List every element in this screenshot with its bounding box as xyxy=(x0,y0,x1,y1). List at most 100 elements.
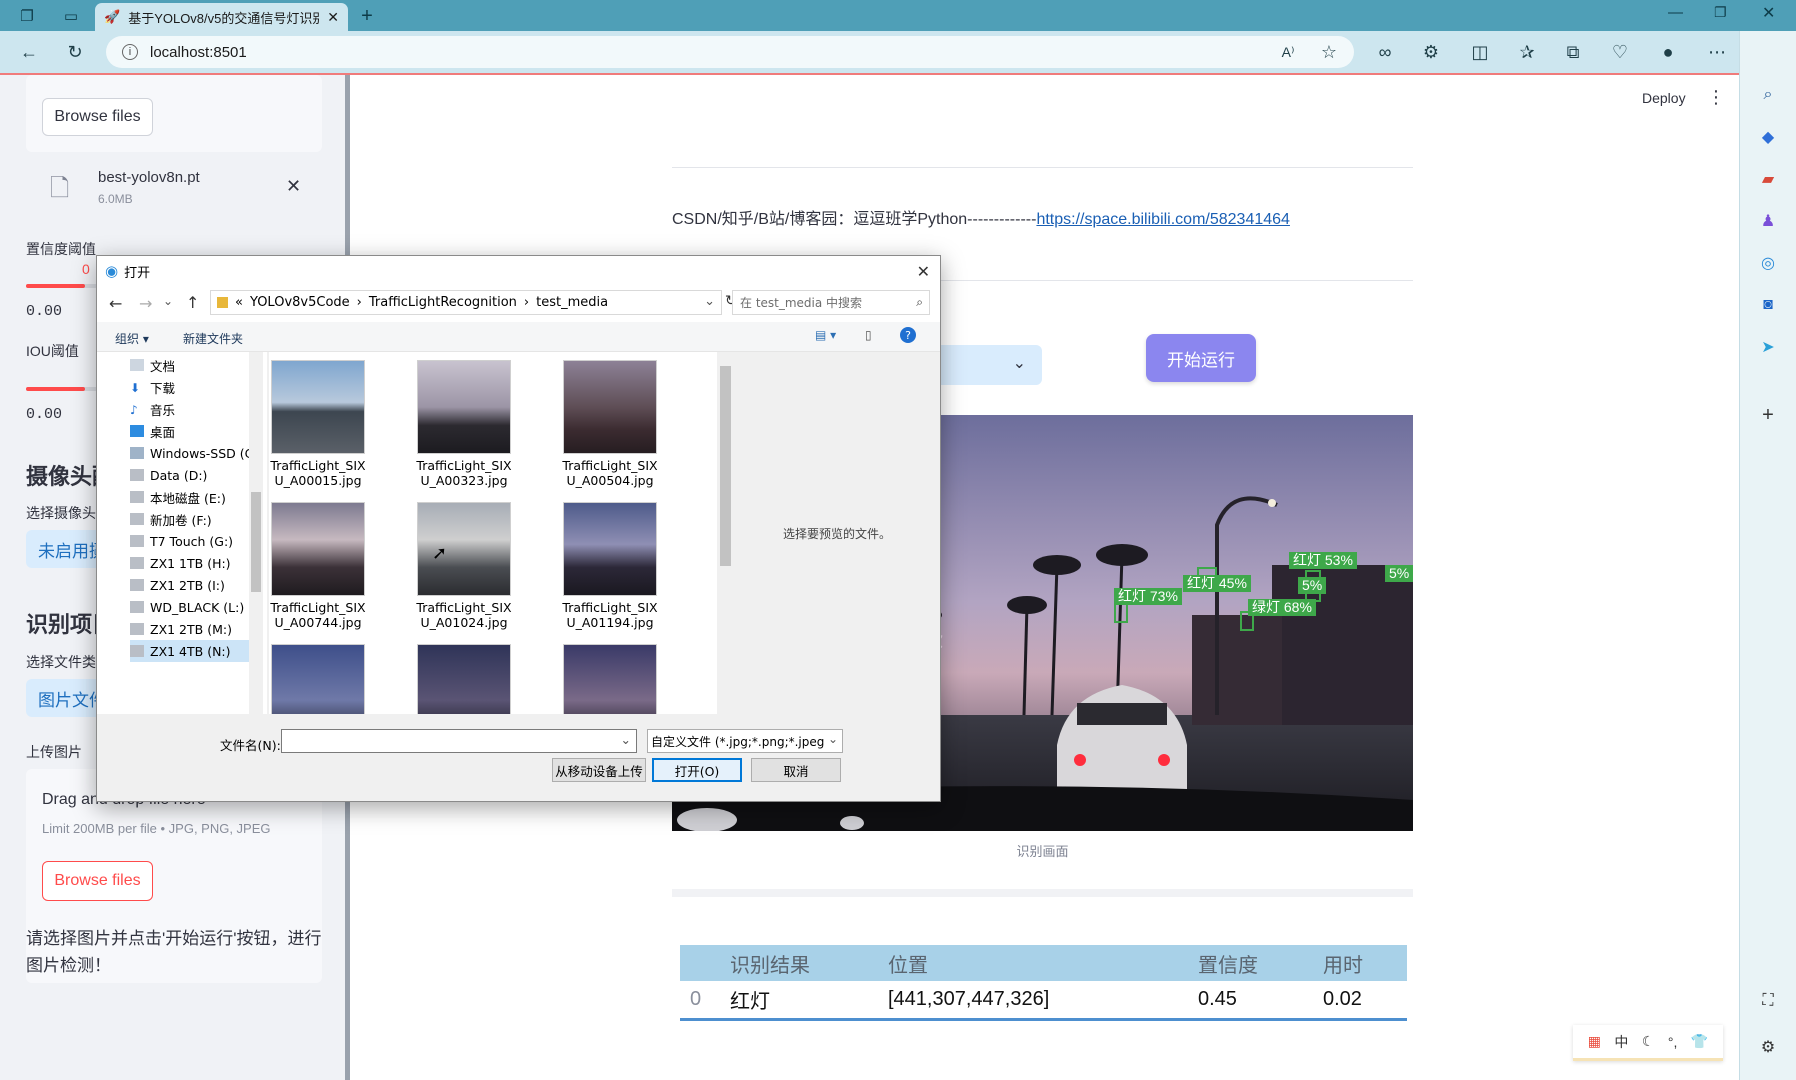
main-menu-icon[interactable]: ⋮ xyxy=(1707,87,1725,108)
tree-item-drive-l[interactable]: WD_BLACK (L:) xyxy=(130,596,260,618)
minimize-icon[interactable]: — xyxy=(1668,4,1683,21)
ime-lang[interactable]: 中 xyxy=(1614,1032,1628,1052)
organize-menu[interactable]: 组织 ▾ xyxy=(115,330,149,347)
new-tab-icon[interactable]: + xyxy=(356,5,378,27)
file-item[interactable]: TrafficLight_SIX U_A00744.jpg xyxy=(269,502,377,630)
upload-limit-text: Limit 200MB per file • JPG, PNG, JPEG xyxy=(42,821,271,836)
browser-tab-active[interactable]: 🚀 基于YOLOv8/v5的交通信号灯识别 ✕ xyxy=(95,3,348,31)
tree-item-drive-i[interactable]: ZX1 2TB (I:) xyxy=(130,574,260,596)
tree-item-drive-g[interactable]: T7 Touch (G:) xyxy=(130,530,260,552)
extensions-icon[interactable]: ⚙ xyxy=(1418,39,1444,65)
tab-actions-icon[interactable]: ▭ xyxy=(60,5,82,27)
path-segment[interactable]: YOLOv8v5Code xyxy=(250,295,350,310)
browse-files-button[interactable]: Browse files xyxy=(42,98,153,136)
tree-item-drive-e[interactable]: 本地磁盘 (E:) xyxy=(130,486,260,508)
settings-gear-icon[interactable]: ⚙ xyxy=(1756,1035,1780,1059)
tree-item-music[interactable]: ♪ 音乐 xyxy=(130,398,260,420)
back-icon[interactable]: ← xyxy=(16,39,42,65)
start-run-button[interactable]: 开始运行 xyxy=(1146,334,1256,382)
filename-dropdown-icon[interactable]: ⌄ xyxy=(621,732,631,747)
path-overflow[interactable]: « xyxy=(235,295,243,310)
infinity-icon[interactable]: ∞ xyxy=(1372,39,1398,65)
help-icon[interactable]: ? xyxy=(900,327,916,343)
tree-item-drive-m[interactable]: ZX1 2TB (M:) xyxy=(130,618,260,640)
favorite-star-icon[interactable]: ☆ xyxy=(1316,39,1342,65)
dialog-forward-icon[interactable]: → xyxy=(139,294,152,313)
file-item[interactable]: TrafficLight_SIX U_A00015.jpg xyxy=(269,360,377,488)
games-icon[interactable]: ♟ xyxy=(1756,209,1780,233)
copilot-icon[interactable]: ◎ xyxy=(1756,251,1780,275)
files-scrollbar[interactable] xyxy=(717,352,734,714)
restore-icon[interactable]: ❐ xyxy=(1714,4,1727,21)
path-segment[interactable]: test_media xyxy=(536,295,608,310)
tree-scroll-thumb[interactable] xyxy=(251,492,261,592)
favorites-icon[interactable]: ✰ xyxy=(1514,39,1540,65)
add-icon[interactable]: + xyxy=(1756,403,1780,427)
dialog-path-bar[interactable]: « YOLOv8v5Code › TrafficLightRecognition… xyxy=(210,290,722,315)
dialog-close-icon[interactable]: ✕ xyxy=(917,262,930,281)
read-aloud-icon[interactable]: A⁾ xyxy=(1275,39,1301,65)
ime-punct-icon[interactable]: °, xyxy=(1668,1034,1678,1050)
search-icon[interactable]: ⌕ xyxy=(1756,83,1780,107)
view-options-icon[interactable]: ▤ ▾ xyxy=(815,328,836,342)
more-menu-icon[interactable]: ⋯ xyxy=(1704,39,1730,65)
tree-item-drive-c[interactable]: Windows-SSD (C xyxy=(130,442,260,464)
performance-icon[interactable]: ♡ xyxy=(1607,39,1633,65)
refresh-icon[interactable]: ↻ xyxy=(62,39,88,65)
file-thumbnail xyxy=(417,644,511,714)
ime-toolbar[interactable]: ▦ 中 ☾ °, 👕 xyxy=(1573,1025,1723,1061)
dialog-back-icon[interactable]: ← xyxy=(109,294,122,313)
tree-item-drive-f[interactable]: 新加卷 (F:) xyxy=(130,508,260,530)
browse-images-button[interactable]: Browse files xyxy=(42,861,153,901)
screenshot-icon[interactable]: ⛶ xyxy=(1756,989,1780,1013)
collections-icon[interactable]: ⧉ xyxy=(1560,39,1586,65)
tree-item-drive-d[interactable]: Data (D:) xyxy=(130,464,260,486)
split-screen-icon[interactable]: ◫ xyxy=(1467,39,1493,65)
file-item[interactable] xyxy=(269,644,377,714)
remove-file-icon[interactable]: ✕ xyxy=(286,176,301,197)
file-item[interactable]: TrafficLight_SIX U_A01024.jpg xyxy=(405,502,523,630)
tag-icon[interactable]: ◆ xyxy=(1756,125,1780,149)
tree-item-drive-n[interactable]: ZX1 4TB (N:) xyxy=(130,640,260,662)
close-window-icon[interactable]: ✕ xyxy=(1762,3,1775,23)
filetype-filter-select[interactable]: 自定义文件 (*.jpg;*.png;*.jpeg ⌄ xyxy=(647,729,843,753)
path-dropdown-icon[interactable]: ⌄ xyxy=(704,294,715,309)
tree-item-documents[interactable]: 文档 xyxy=(130,354,260,376)
ime-moon-icon[interactable]: ☾ xyxy=(1642,1033,1655,1050)
close-tab-icon[interactable]: ✕ xyxy=(327,9,339,26)
credit-link[interactable]: https://space.bilibili.com/582341464 xyxy=(1036,211,1290,228)
tree-item-drive-h[interactable]: ZX1 1TB (H:) xyxy=(130,552,260,574)
profile-avatar-icon[interactable]: ● xyxy=(1655,39,1681,65)
outlook-icon[interactable]: ◙ xyxy=(1756,293,1780,317)
path-segment[interactable]: TrafficLightRecognition xyxy=(369,295,517,310)
preview-pane-icon[interactable]: ▯ xyxy=(865,328,872,342)
upload-from-mobile-button[interactable]: 从移动设备上传 xyxy=(552,758,646,782)
table-header-position[interactable]: 位置 xyxy=(878,945,1188,981)
dialog-up-icon[interactable]: ↑ xyxy=(186,293,199,312)
deploy-button[interactable]: Deploy xyxy=(1642,90,1686,106)
file-item[interactable]: TrafficLight_SIX U_A00504.jpg xyxy=(551,360,669,488)
file-item[interactable]: TrafficLight_SIX U_A00323.jpg xyxy=(405,360,523,488)
filter-dropdown-icon[interactable]: ⌄ xyxy=(828,732,838,746)
dialog-search-input[interactable]: 在 test_media 中搜索 ⌕ xyxy=(732,290,930,315)
file-item[interactable]: TrafficLight_SIX U_A01194.jpg xyxy=(551,502,669,630)
send-icon[interactable]: ➤ xyxy=(1756,335,1780,359)
url-field[interactable]: i localhost:8501 xyxy=(106,36,1354,68)
table-header-result[interactable]: 识别结果 xyxy=(720,945,878,981)
files-scroll-thumb[interactable] xyxy=(720,366,731,566)
cancel-button[interactable]: 取消 xyxy=(751,758,841,782)
filename-input[interactable]: ⌄ xyxy=(281,729,637,753)
workspaces-icon[interactable]: ❐ xyxy=(16,5,38,27)
tree-item-desktop[interactable]: 桌面 xyxy=(130,420,260,442)
table-header-time[interactable]: 用时 xyxy=(1313,945,1407,981)
file-item[interactable] xyxy=(405,644,523,714)
tree-scrollbar[interactable] xyxy=(249,352,263,714)
tree-item-downloads[interactable]: ⬇ 下载 xyxy=(130,376,260,398)
ime-skin-icon[interactable]: 👕 xyxy=(1691,1033,1708,1050)
toolbox-icon[interactable]: ▰ xyxy=(1756,167,1780,191)
table-header-confidence[interactable]: 置信度 xyxy=(1188,945,1313,981)
dialog-recent-icon[interactable]: ⌄ xyxy=(163,294,173,308)
new-folder-button[interactable]: 新建文件夹 xyxy=(183,330,243,347)
open-button[interactable]: 打开(O) xyxy=(652,758,742,782)
file-item[interactable] xyxy=(551,644,669,714)
